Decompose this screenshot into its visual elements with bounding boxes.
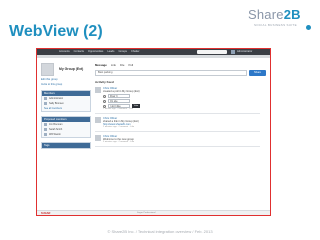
invite-group-link[interactable]: Invite to this group bbox=[41, 83, 91, 86]
tab-link[interactable]: Link bbox=[111, 63, 116, 68]
member-avatar bbox=[44, 97, 47, 100]
feed-text: created a poll in My Group (Ext) bbox=[103, 90, 140, 93]
sugar-logo: SUGAR bbox=[41, 212, 51, 215]
global-search-input[interactable] bbox=[197, 50, 227, 54]
divider bbox=[95, 113, 260, 114]
poll-option-label: Floor 3 bbox=[108, 94, 130, 98]
author-avatar bbox=[95, 87, 101, 93]
poll-option-label: On site bbox=[108, 99, 130, 103]
tags-panel: Tags bbox=[41, 142, 91, 149]
member-name: Sarah Smith bbox=[49, 128, 63, 131]
radio-icon[interactable] bbox=[103, 94, 106, 98]
member-avatar bbox=[44, 128, 47, 131]
group-avatar bbox=[41, 63, 54, 76]
vote-button[interactable]: Vote bbox=[132, 104, 140, 108]
member-name: Administrator bbox=[49, 97, 64, 100]
feed-meta: 3 minutes ago · Comment · Like bbox=[103, 141, 135, 143]
members-panel: Members Administrator Sally Bronsen See … bbox=[41, 90, 91, 112]
post-input[interactable]: Best parking bbox=[95, 70, 247, 76]
feed-item-poll: Chris Olliver created a poll in My Group… bbox=[95, 87, 267, 110]
see-all-members-link[interactable]: See all members bbox=[42, 106, 90, 111]
feed-meta: 1 minute ago · Comment · Like bbox=[103, 108, 134, 110]
activity-feed-title: Activity Feed bbox=[95, 80, 114, 84]
radio-icon[interactable] bbox=[103, 99, 106, 103]
member-name: Jim Brennan bbox=[49, 123, 63, 126]
feed-meta: 2 minutes ago · Comment · Like bbox=[103, 126, 135, 128]
divider bbox=[95, 146, 260, 147]
app-footer: SUGAR Sugar Professional bbox=[37, 210, 270, 215]
subnav-strip bbox=[37, 55, 270, 58]
tags-panel-title: Tags bbox=[42, 143, 90, 148]
share2b-logo: Share2B SOCIAL BUSINESS SUITE bbox=[248, 5, 314, 35]
poll-option[interactable]: Floor 3 bbox=[103, 94, 267, 98]
user-avatar-icon bbox=[231, 50, 235, 54]
group-sidebar: My Group (Ext) Edit this group Invite to… bbox=[41, 63, 91, 149]
post-type-tabs: Message Link File Poll bbox=[95, 63, 267, 68]
author-avatar bbox=[95, 117, 101, 123]
proposed-members-panel: Proposed members Jim Brennan Sarah Smith… bbox=[41, 116, 91, 138]
logo-wordmark: Share2B bbox=[248, 7, 301, 22]
divider bbox=[95, 131, 260, 132]
poll-option[interactable]: On site bbox=[103, 99, 267, 103]
logo-prefix: Share bbox=[248, 7, 284, 22]
member-avatar bbox=[44, 123, 47, 126]
logo-tagline: SOCIAL BUSINESS SUITE bbox=[254, 23, 297, 27]
app-screenshot: Accounts Contacts Opportunities Leads Gr… bbox=[36, 48, 271, 216]
share-button[interactable]: Share bbox=[249, 70, 266, 76]
feed-item-link: Chris Olliver shared a link in My Group … bbox=[95, 117, 267, 128]
tab-poll[interactable]: Poll bbox=[128, 63, 133, 68]
logo-accent: 2B bbox=[283, 7, 301, 22]
activity-main: Message Link File Poll Best parking Shar… bbox=[95, 63, 267, 147]
footer-edition: Sugar Professional bbox=[137, 212, 156, 214]
proposed-member-row[interactable]: Will Westin bbox=[42, 132, 90, 137]
tab-message[interactable]: Message bbox=[95, 63, 107, 68]
author-avatar bbox=[95, 135, 101, 141]
member-avatar bbox=[44, 102, 47, 105]
group-name: My Group (Ext) bbox=[59, 67, 84, 71]
member-name: Sally Bronsen bbox=[49, 102, 64, 105]
logo-dot-icon bbox=[306, 25, 311, 30]
member-avatar bbox=[44, 133, 47, 136]
feed-item-message: Chris Olliver Welcome to the new group 3… bbox=[95, 135, 267, 143]
member-name: Will Westin bbox=[49, 133, 61, 136]
tab-file[interactable]: File bbox=[120, 63, 125, 68]
slide-title: WebView (2) bbox=[9, 23, 103, 40]
edit-group-link[interactable]: Edit this group bbox=[41, 78, 91, 81]
slide-footer: © Share2B Inc. / Technical integration o… bbox=[107, 229, 213, 234]
